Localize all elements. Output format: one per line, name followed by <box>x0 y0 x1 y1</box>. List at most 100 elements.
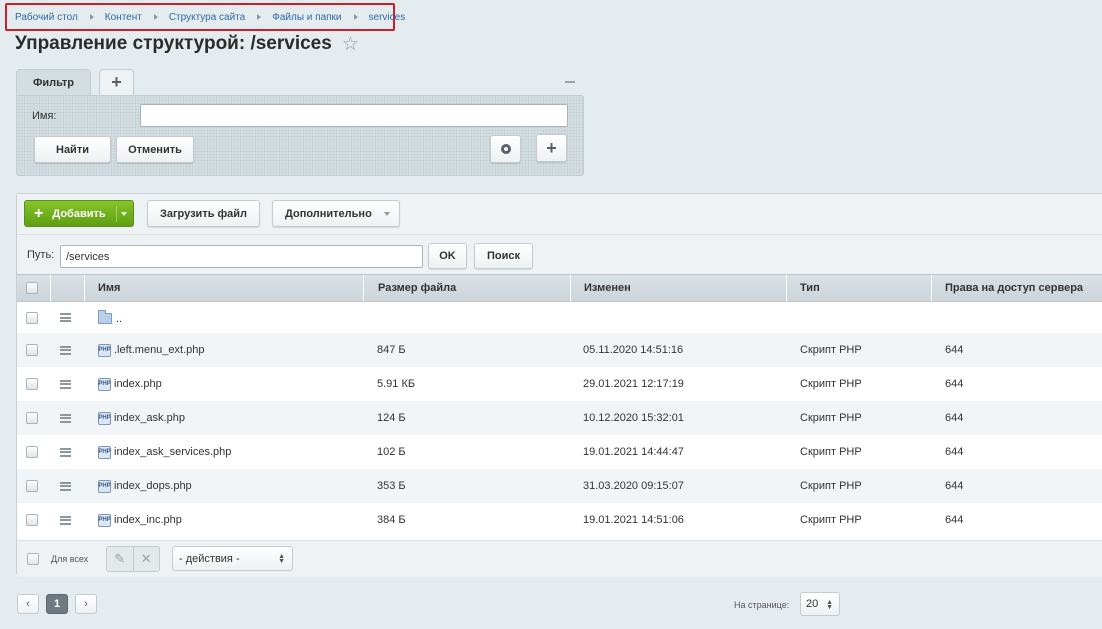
column-header-permissions[interactable]: Права на доступ сервера <box>932 275 1102 301</box>
file-type: Скрипт PHP <box>800 446 862 458</box>
pencil-icon[interactable]: ✎ <box>107 547 133 571</box>
star-icon[interactable]: ☆ <box>342 35 359 54</box>
path-input[interactable] <box>60 245 423 268</box>
table-row[interactable]: PHP index_inc.php 384 Б 19.01.2021 14:51:… <box>17 503 1102 537</box>
table-header: Имя Размер файла Изменен Тип Права на до… <box>17 274 1102 302</box>
table-body: .. PHP .left.menu_ext.php 847 Б 05.11.202… <box>17 302 1102 537</box>
file-permissions: 644 <box>945 412 964 424</box>
more-button[interactable]: Дополнительно <box>272 200 400 227</box>
php-file-icon: PHP <box>98 513 111 527</box>
add-button[interactable]: + Добавить <box>24 200 134 227</box>
more-button-label: Дополнительно <box>285 207 372 220</box>
table-row[interactable]: PHP .left.menu_ext.php 847 Б 05.11.2020 1… <box>17 333 1102 367</box>
file-permissions: 644 <box>945 446 964 458</box>
select-arrows-icon: ▲ ▼ <box>278 553 285 565</box>
row-checkbox[interactable] <box>26 412 38 424</box>
breadcrumb-services[interactable]: services <box>369 12 406 23</box>
table-row-parent[interactable]: .. <box>17 302 1102 333</box>
file-size: 353 Б <box>377 480 406 492</box>
find-button[interactable]: Найти <box>34 136 111 163</box>
gear-icon <box>500 144 511 154</box>
menu-icon[interactable] <box>60 413 71 423</box>
file-name[interactable]: index_ask_services.php <box>114 446 231 458</box>
actions-select[interactable]: - действия - ▲ ▼ <box>172 546 293 571</box>
add-button-divider <box>116 206 117 222</box>
add-filter-field-button[interactable]: + <box>536 134 567 162</box>
filter-name-label: Имя: <box>32 110 57 122</box>
row-checkbox[interactable] <box>26 378 38 390</box>
table-row[interactable]: PHP index_ask.php 124 Б 10.12.2020 15:32:… <box>17 401 1102 435</box>
breadcrumb-content[interactable]: Контент <box>105 12 142 23</box>
file-list-panel: + Добавить Загрузить файл Дополнительно … <box>16 193 1102 577</box>
table-row[interactable]: PHP index.php 5.91 КБ 29.01.2021 12:17:19… <box>17 367 1102 401</box>
tab-filter[interactable]: Фильтр <box>16 69 91 96</box>
file-name[interactable]: .left.menu_ext.php <box>114 344 205 356</box>
filter-settings-button[interactable] <box>490 135 521 163</box>
cancel-button[interactable]: Отменить <box>116 136 194 163</box>
column-header-type[interactable]: Тип <box>787 275 932 301</box>
file-type: Скрипт PHP <box>800 344 862 356</box>
menu-icon[interactable] <box>60 379 71 389</box>
file-name[interactable]: index_inc.php <box>114 514 182 526</box>
breadcrumb-desktop[interactable]: Рабочий стол <box>15 12 78 23</box>
filter-panel: Имя: Найти Отменить + <box>16 95 584 176</box>
file-modified: 05.11.2020 14:51:16 <box>583 344 684 356</box>
file-modified: 19.01.2021 14:44:47 <box>583 446 684 458</box>
select-all-checkbox[interactable] <box>26 282 38 294</box>
file-type: Скрипт PHP <box>800 378 862 390</box>
breadcrumb-files-folders[interactable]: Файлы и папки <box>272 12 341 23</box>
row-checkbox[interactable] <box>26 480 38 492</box>
file-type: Скрипт PHP <box>800 514 862 526</box>
path-bar: Путь: OK Поиск <box>17 235 1102 274</box>
table-row[interactable]: PHP index_ask_services.php 102 Б 19.01.20… <box>17 435 1102 469</box>
row-checkbox[interactable] <box>26 311 38 324</box>
file-permissions: 644 <box>945 344 964 356</box>
page-title-text: Управление структурой: /services <box>15 33 332 54</box>
path-ok-button[interactable]: OK <box>428 243 467 269</box>
upload-file-button[interactable]: Загрузить файл <box>147 200 260 227</box>
toolbar: + Добавить Загрузить файл Дополнительно <box>17 194 1102 235</box>
file-name[interactable]: index_dops.php <box>114 480 192 492</box>
folder-up-icon <box>98 310 112 324</box>
parent-folder-link[interactable]: .. <box>116 313 122 325</box>
search-button[interactable]: Поиск <box>474 243 533 269</box>
row-checkbox[interactable] <box>26 344 38 356</box>
filter-name-input[interactable] <box>140 104 568 127</box>
file-type: Скрипт PHP <box>800 480 862 492</box>
select-all-cell <box>17 275 51 301</box>
page-button-current[interactable]: 1 <box>46 594 68 614</box>
file-size: 847 Б <box>377 344 406 356</box>
php-file-icon: PHP <box>98 479 111 493</box>
menu-icon[interactable] <box>60 313 71 322</box>
menu-icon[interactable] <box>60 515 71 525</box>
menu-icon[interactable] <box>60 447 71 457</box>
file-name[interactable]: index_ask.php <box>114 412 185 424</box>
per-page-select[interactable]: 20 ▲ ▼ <box>800 592 840 616</box>
php-file-icon: PHP <box>98 411 111 425</box>
file-name[interactable]: index.php <box>114 378 162 390</box>
menu-icon[interactable] <box>60 345 71 355</box>
file-size: 5.91 КБ <box>377 378 416 390</box>
file-size: 102 Б <box>377 446 406 458</box>
column-header-modified[interactable]: Изменен <box>571 275 787 301</box>
column-header-name[interactable]: Имя <box>85 275 364 301</box>
collapse-filter-icon[interactable] <box>565 81 575 83</box>
file-permissions: 644 <box>945 378 964 390</box>
path-label: Путь: <box>27 249 55 261</box>
add-filter-tab-button[interactable]: + <box>99 69 134 95</box>
prev-page-button[interactable]: ‹ <box>17 594 39 614</box>
breadcrumb-site-structure[interactable]: Структура сайта <box>169 12 245 23</box>
close-icon[interactable]: ✕ <box>132 547 160 571</box>
row-checkbox[interactable] <box>26 514 38 526</box>
menu-icon[interactable] <box>60 481 71 491</box>
next-page-button[interactable]: › <box>75 594 97 614</box>
chevron-right-icon <box>353 14 358 20</box>
column-header-size[interactable]: Размер файла <box>364 275 571 301</box>
plus-icon: + <box>34 204 44 222</box>
for-all-checkbox[interactable] <box>27 553 39 565</box>
row-checkbox[interactable] <box>26 446 38 458</box>
chevron-down-icon[interactable] <box>121 212 127 216</box>
page-title: Управление структурой: /services ☆ <box>15 33 359 55</box>
table-row[interactable]: PHP index_dops.php 353 Б 31.03.2020 09:15… <box>17 469 1102 503</box>
file-permissions: 644 <box>945 514 964 526</box>
